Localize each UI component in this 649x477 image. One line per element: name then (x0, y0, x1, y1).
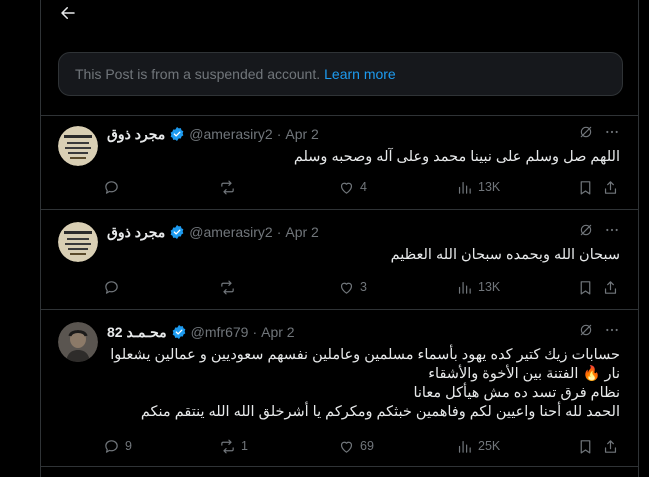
repost-icon (219, 279, 236, 296)
display-name[interactable]: مجرد ذوق (107, 126, 165, 143)
like-count: 3 (360, 280, 367, 294)
bookmark-button[interactable] (577, 179, 594, 196)
verified-icon (169, 126, 185, 142)
reply-button[interactable] (103, 279, 125, 296)
more-icon[interactable] (604, 322, 620, 338)
views-button[interactable]: 13K (456, 279, 500, 296)
display-name[interactable]: محـمـد 82 (107, 324, 167, 341)
separator-dot: · (276, 126, 282, 142)
post-top-actions (578, 222, 620, 238)
like-count: 69 (360, 439, 374, 453)
action-bar: 9 1 69 25K (103, 436, 622, 456)
post-text-line: نار 🔥 الفتنة بين الأخوة والأشقاء (428, 366, 620, 382)
bookmark-icon (577, 179, 594, 196)
like-icon (338, 438, 355, 455)
post[interactable]: محـمـد 82 @mfr679 · Apr 2 حسابات زيك كتي… (41, 309, 638, 467)
like-button[interactable]: 4 (338, 179, 367, 196)
share-icon (602, 438, 619, 455)
post-text-line: حسابات زيك كتير كده يهود بأسماء مسلمين و… (110, 347, 620, 363)
bookmark-icon (577, 279, 594, 296)
separator-dot: · (276, 224, 282, 240)
post[interactable]: مجرد ذوق @amerasiry2 · Apr 2 اللهم صل وس… (41, 115, 638, 210)
repost-icon (219, 179, 236, 196)
post-top-actions (578, 124, 620, 140)
post-top-actions (578, 322, 620, 338)
back-arrow-icon[interactable] (59, 4, 77, 22)
suspended-notice: This Post is from a suspended account. L… (58, 52, 623, 96)
bookmark-icon (577, 438, 594, 455)
bookmark-button[interactable] (577, 279, 594, 296)
share-icon (602, 179, 619, 196)
handle[interactable]: @amerasiry2 (189, 224, 272, 240)
post-text-line: اللهم صل وسلم على نبينا محمد وعلى آله وص… (293, 149, 620, 165)
notice-text: This Post is from a suspended account. (75, 66, 321, 82)
reply-button[interactable] (103, 179, 125, 196)
share-icon (602, 279, 619, 296)
views-icon (456, 279, 473, 296)
post[interactable]: مجرد ذوق @amerasiry2 · Apr 2 سبحان الله … (41, 209, 638, 310)
post-text: اللهم صل وسلم على نبينا محمد وعلى آله وص… (107, 148, 620, 167)
like-button[interactable]: 3 (338, 279, 367, 296)
grok-icon[interactable] (578, 124, 594, 140)
timeline-column: This Post is from a suspended account. L… (40, 0, 639, 477)
bookmark-button[interactable] (577, 438, 594, 455)
avatar[interactable] (58, 222, 98, 262)
grok-icon[interactable] (578, 322, 594, 338)
post-date[interactable]: Apr 2 (285, 126, 318, 142)
views-count: 13K (478, 180, 501, 194)
avatar[interactable] (58, 126, 98, 166)
learn-more-link[interactable]: Learn more (324, 66, 396, 82)
action-bar: 4 13K (103, 177, 622, 197)
views-count: 25K (478, 439, 501, 453)
repost-icon (219, 438, 236, 455)
avatar[interactable] (58, 322, 98, 362)
share-button[interactable] (602, 279, 619, 296)
post-header: مجرد ذوق @amerasiry2 · Apr 2 (107, 222, 620, 242)
display-name[interactable]: مجرد ذوق (107, 224, 165, 241)
views-button[interactable]: 25K (456, 438, 500, 455)
post-header: مجرد ذوق @amerasiry2 · Apr 2 (107, 124, 620, 144)
action-bar: 3 13K (103, 277, 622, 297)
share-button[interactable] (602, 438, 619, 455)
like-count: 4 (360, 180, 367, 194)
reply-icon (103, 179, 120, 196)
post-text-line: نظام فرق تسد ده مش هيأكل معانا (413, 385, 620, 401)
repost-button[interactable]: 1 (219, 438, 248, 455)
like-button[interactable]: 69 (338, 438, 374, 455)
repost-button[interactable] (219, 179, 241, 196)
repost-count: 1 (241, 439, 248, 453)
reply-icon (103, 438, 120, 455)
grok-icon[interactable] (578, 222, 594, 238)
handle[interactable]: @mfr679 (191, 324, 249, 340)
post-text: حسابات زيك كتير كده يهود بأسماء مسلمين و… (107, 346, 620, 422)
verified-icon (169, 224, 185, 240)
more-icon[interactable] (604, 124, 620, 140)
reply-count: 9 (125, 439, 132, 453)
reply-button[interactable]: 9 (103, 438, 132, 455)
handle[interactable]: @amerasiry2 (189, 126, 272, 142)
views-icon (456, 438, 473, 455)
like-icon (338, 179, 355, 196)
views-icon (456, 179, 473, 196)
divider (41, 466, 638, 467)
top-bar (41, 0, 638, 28)
verified-icon (171, 324, 187, 340)
more-icon[interactable] (604, 222, 620, 238)
views-button[interactable]: 13K (456, 179, 500, 196)
separator-dot: · (252, 324, 258, 340)
post-date[interactable]: Apr 2 (261, 324, 294, 340)
like-icon (338, 279, 355, 296)
repost-button[interactable] (219, 279, 241, 296)
views-count: 13K (478, 280, 501, 294)
post-date[interactable]: Apr 2 (285, 224, 318, 240)
post-text-line: سبحان الله وبحمده سبحان الله العظيم (390, 247, 620, 263)
share-button[interactable] (602, 179, 619, 196)
post-text: سبحان الله وبحمده سبحان الله العظيم (107, 246, 620, 265)
post-text-line: الحمد لله أحنا واعيين لكم وفاهمين خبثكم … (140, 404, 620, 420)
post-header: محـمـد 82 @mfr679 · Apr 2 (107, 322, 620, 342)
reply-icon (103, 279, 120, 296)
